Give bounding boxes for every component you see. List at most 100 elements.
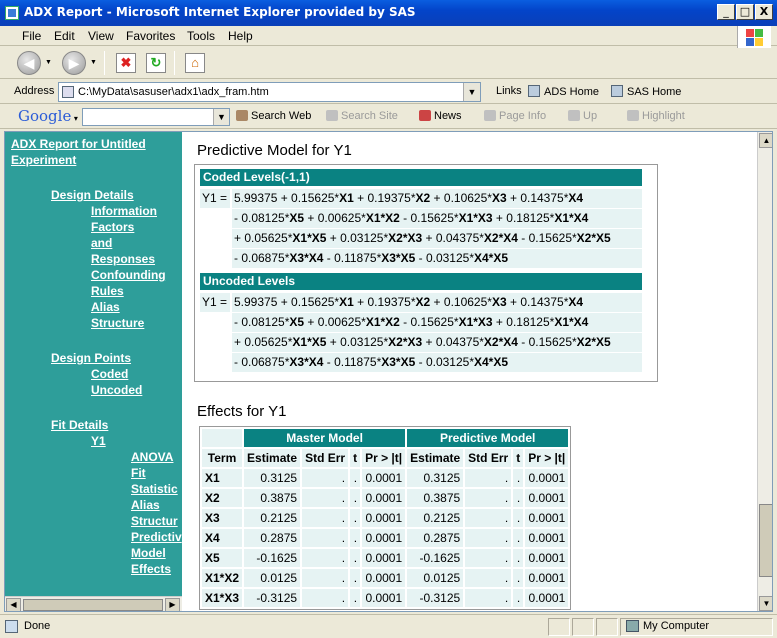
status-pane xyxy=(596,618,618,636)
close-button[interactable]: X xyxy=(755,4,773,20)
scroll-left-icon[interactable]: ◀ xyxy=(6,598,21,611)
cell-estimate-2: -0.1625 xyxy=(407,549,464,567)
menu-help[interactable]: Help xyxy=(228,29,253,43)
link-sas-home[interactable]: SAS Home xyxy=(611,85,681,98)
uncoded-equation-line2: - 0.08125*X5 + 0.00625*X1*X2 - 0.15625*X… xyxy=(232,313,642,332)
cell-estimate-2: 0.3125 xyxy=(407,469,464,487)
scroll-thumb[interactable] xyxy=(759,504,772,577)
refresh-icon[interactable]: ↻ xyxy=(146,53,166,73)
address-label: Address xyxy=(14,85,55,97)
back-button[interactable]: ◀ xyxy=(17,51,41,75)
nav-fit-details[interactable]: Fit Details xyxy=(51,417,108,433)
my-computer-icon xyxy=(626,620,639,632)
nav-design-points[interactable]: Design Points xyxy=(51,350,131,366)
nav-model[interactable]: Model xyxy=(131,545,166,561)
nav-and[interactable]: and xyxy=(91,235,112,251)
report-vertical-scrollbar[interactable]: ▲ ▼ xyxy=(757,132,772,611)
page-info-button[interactable]: Page Info xyxy=(484,110,546,122)
forward-dropdown-icon[interactable]: ▼ xyxy=(90,59,97,66)
nav-responses[interactable]: Responses xyxy=(91,251,155,267)
nav-predictive[interactable]: Predictiv xyxy=(131,529,182,545)
nav-alias[interactable]: Alias xyxy=(91,299,120,315)
cell-term: X5 xyxy=(202,549,243,567)
nav-y1[interactable]: Y1 xyxy=(91,433,106,449)
back-dropdown-icon[interactable]: ▼ xyxy=(45,59,52,66)
uncoded-levels-header: Uncoded Levels xyxy=(200,273,642,290)
cell-estimate-2: 0.2125 xyxy=(407,509,464,527)
address-input[interactable]: C:\MyData\sasuser\adx1\adx_fram.htm ▼ xyxy=(58,82,481,102)
cell-std-err: . xyxy=(302,549,349,567)
news-button[interactable]: News xyxy=(419,110,462,122)
nav-rules[interactable]: Rules xyxy=(91,283,124,299)
uncoded-lhs: Y1 = xyxy=(200,293,230,312)
nav-alias-2[interactable]: Alias xyxy=(131,497,160,513)
forward-button[interactable]: ▶ xyxy=(62,51,86,75)
nav-structure-2[interactable]: Structur xyxy=(131,513,178,529)
nav-horizontal-scrollbar[interactable]: ◀ ▶ xyxy=(5,596,182,611)
toolbar-separator xyxy=(104,51,105,75)
page-content: ADX Report for Untitled Experiment Desig… xyxy=(4,131,773,612)
stop-icon[interactable]: ✖ xyxy=(116,53,136,73)
ie-icon xyxy=(5,6,19,20)
coded-equation-line1: 5.99375 + 0.15625*X1 + 0.19375*X2 + 0.10… xyxy=(232,189,642,208)
google-dropdown-icon[interactable]: ▼ xyxy=(213,109,229,125)
scroll-up-icon[interactable]: ▲ xyxy=(759,133,772,148)
up-button[interactable]: Up xyxy=(568,110,597,122)
nav-factors[interactable]: Factors xyxy=(91,219,134,235)
nav-coded[interactable]: Coded xyxy=(91,366,128,382)
menu-favorites[interactable]: Favorites xyxy=(126,29,175,43)
address-dropdown-icon[interactable]: ▼ xyxy=(463,83,480,101)
menu-bar: File Edit View Favorites Tools Help xyxy=(0,26,777,46)
scroll-thumb[interactable] xyxy=(23,599,163,611)
nav-report-title-2[interactable]: Experiment xyxy=(11,152,76,168)
cell-estimate: 0.2875 xyxy=(244,529,301,547)
nav-anova[interactable]: ANOVA xyxy=(131,449,173,465)
band-master-model: Master Model xyxy=(244,429,406,447)
cell-pr: 0.0001 xyxy=(362,569,406,587)
home-icon[interactable]: ⌂ xyxy=(185,53,205,73)
page-done-icon xyxy=(5,620,18,633)
menu-edit[interactable]: Edit xyxy=(54,29,75,43)
nav-information[interactable]: Information xyxy=(91,203,157,219)
toolbar: ◀ ▼ ▶ ▼ ✖ ↻ ⌂ xyxy=(0,47,777,79)
nav-confounding[interactable]: Confounding xyxy=(91,267,166,283)
nav-report-title[interactable]: ADX Report for Untitled xyxy=(11,136,146,152)
window-title: ADX Report - Microsoft Internet Explorer… xyxy=(24,5,416,19)
band-spacer xyxy=(202,429,243,447)
table-row: X1*X2 0.0125.. 0.0001 0.0125.. 0.0001 xyxy=(202,569,569,587)
links-label[interactable]: Links xyxy=(496,85,522,97)
effects-title: Effects for Y1 xyxy=(197,403,287,420)
cell-term: X1*X2 xyxy=(202,569,243,587)
nav-fit[interactable]: Fit xyxy=(131,465,146,481)
google-search-input[interactable]: ▼ xyxy=(82,108,230,126)
cell-t: . xyxy=(350,589,361,607)
cell-t: . xyxy=(350,549,361,567)
col-std-err: Std Err xyxy=(302,449,349,467)
nav-uncoded[interactable]: Uncoded xyxy=(91,382,142,398)
search-web-button[interactable]: Search Web xyxy=(236,110,311,122)
nav-statistics[interactable]: Statistic xyxy=(131,481,178,497)
highlighter-icon xyxy=(627,110,639,121)
google-logo[interactable]: Google ▾ xyxy=(18,107,78,125)
cell-pr-2: 0.0001 xyxy=(525,529,569,547)
menu-tools[interactable]: Tools xyxy=(187,29,215,43)
nav-effects[interactable]: Effects xyxy=(131,561,171,577)
address-value[interactable]: C:\MyData\sasuser\adx1\adx_fram.htm xyxy=(78,86,269,98)
cell-t-2: . xyxy=(513,509,524,527)
menu-view[interactable]: View xyxy=(88,29,114,43)
table-row: X2 0.3875.. 0.0001 0.3875.. 0.0001 xyxy=(202,489,569,507)
uncoded-equation-line3: + 0.05625*X1*X5 + 0.03125*X2*X3 + 0.0437… xyxy=(232,333,642,352)
minimize-button[interactable]: _ xyxy=(717,4,735,20)
menu-file[interactable]: File xyxy=(22,29,41,43)
link-ads-home[interactable]: ADS Home xyxy=(528,85,599,98)
highlight-button[interactable]: Highlight xyxy=(627,110,685,122)
scroll-down-icon[interactable]: ▼ xyxy=(759,596,772,611)
toolbar-separator xyxy=(174,51,175,75)
nav-structure[interactable]: Structure xyxy=(91,315,144,331)
zone-text: My Computer xyxy=(643,620,710,632)
nav-design-details[interactable]: Design Details xyxy=(51,187,134,203)
cell-pr-2: 0.0001 xyxy=(525,589,569,607)
search-site-button[interactable]: Search Site xyxy=(326,110,398,122)
scroll-right-icon[interactable]: ▶ xyxy=(165,598,180,611)
maximize-button[interactable]: □ xyxy=(736,4,754,20)
